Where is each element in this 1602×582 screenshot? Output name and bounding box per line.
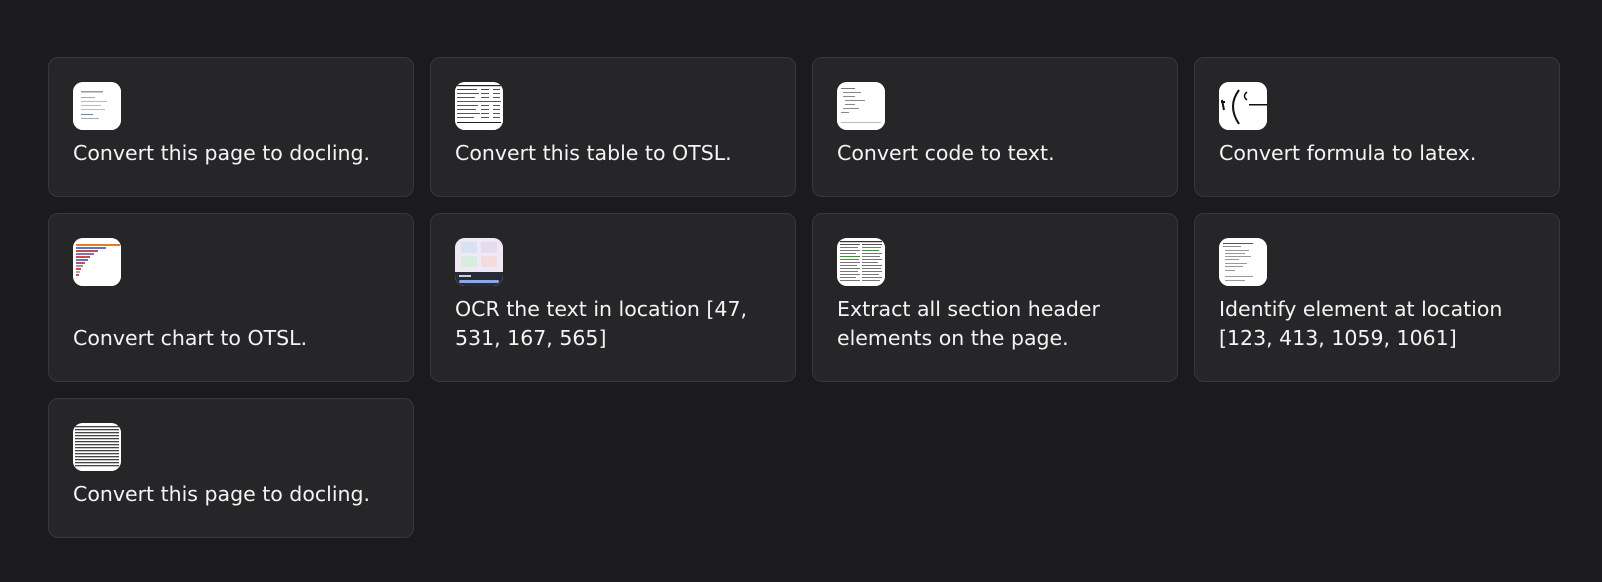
suggestion-label: Convert this table to OTSL. (455, 141, 732, 165)
code-thumbnail-icon (837, 82, 885, 130)
text-page-thumbnail-icon (1219, 238, 1267, 286)
suggestion-card[interactable]: Convert code to text. (812, 57, 1178, 197)
dense-page-thumbnail-icon (837, 238, 885, 286)
suggestion-card[interactable]: Convert this table to OTSL. (430, 57, 796, 197)
suggestion-label: Identify element at location [123, 413, … (1219, 297, 1503, 350)
chart-thumbnail-icon (73, 238, 121, 286)
suggestion-card[interactable]: Extract all section header elements on t… (812, 213, 1178, 382)
suggestion-label: Convert code to text. (837, 141, 1055, 165)
suggestion-label: Convert formula to latex. (1219, 141, 1477, 165)
suggestion-card[interactable]: Convert chart to OTSL. (48, 213, 414, 382)
suggestion-label: Convert this page to docling. (73, 482, 371, 506)
suggestion-card[interactable]: Convert this page to docling. (48, 398, 414, 538)
suggestion-card[interactable]: Convert this page to docling. (48, 57, 414, 197)
document-page-thumbnail-icon (73, 82, 121, 130)
suggestion-label: Extract all section header elements on t… (837, 297, 1100, 350)
suggestion-label: Convert chart to OTSL. (73, 326, 308, 350)
suggestion-card[interactable]: Identify element at location [123, 413, … (1194, 213, 1560, 382)
formula-thumbnail-icon (1219, 82, 1267, 130)
suggestion-label: Convert this page to docling. (73, 141, 371, 165)
dense-document-thumbnail-icon (73, 423, 121, 471)
table-thumbnail-icon (455, 82, 503, 130)
suggestion-card[interactable]: OCR the text in location [47, 531, 167, … (430, 213, 796, 382)
ui-screenshot-thumbnail-icon (455, 238, 503, 286)
suggestion-card[interactable]: Convert formula to latex. (1194, 57, 1560, 197)
prompt-suggestion-grid: Convert this page to docling. Convert th… (48, 57, 1560, 538)
suggestion-label: OCR the text in location [47, 531, 167, … (455, 297, 748, 350)
